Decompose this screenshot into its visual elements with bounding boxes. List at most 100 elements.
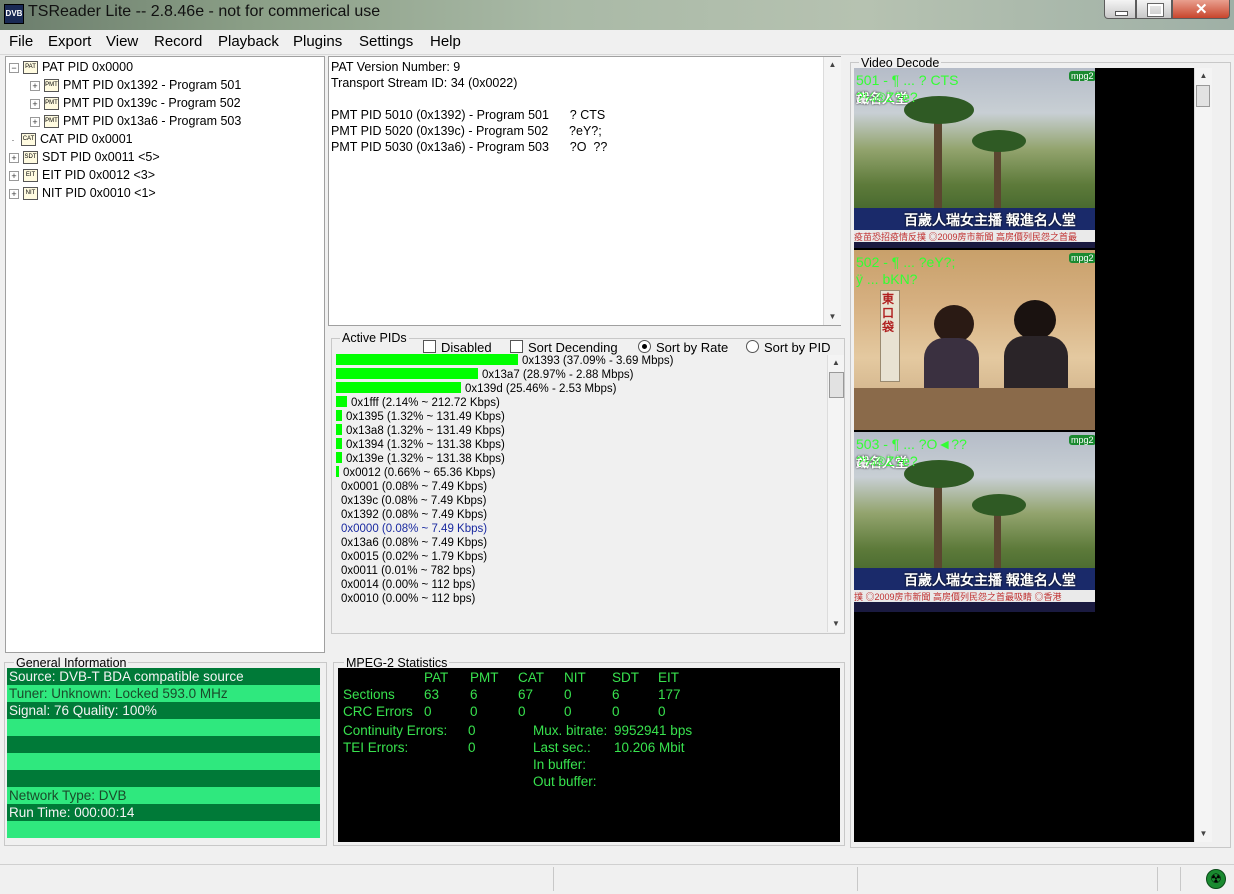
menu-file[interactable]: File [9,33,33,50]
menu-record[interactable]: Record [154,33,202,50]
pid-row[interactable]: 0x13a6 (0.08% ~ 7.49 Kbps) [336,536,826,550]
tree-item[interactable]: + PMT PMT PID 0x13a6 - Program 503 [9,114,241,132]
maximize-button[interactable] [1136,0,1172,19]
pid-row[interactable]: 0x139c (0.08% ~ 7.49 Kbps) [336,494,826,508]
tree-item[interactable]: + SDT SDT PID 0x0011 <5> [9,150,241,168]
pid-rate-bar [336,396,347,407]
pid-row[interactable]: 0x0011 (0.01% ~ 782 bps) [336,564,826,578]
expand-icon[interactable]: + [30,98,40,109]
pid-rate-label: 0x0014 (0.00% ~ 112 bps) [341,579,476,591]
menu-view[interactable]: View [106,33,138,50]
table-node-icon: CAT [21,133,36,147]
tree-item[interactable]: + NIT NIT PID 0x0010 <1> [9,186,241,204]
pid-row[interactable]: 0x13a7 (28.97% - 2.88 Mbps) [336,368,826,382]
pid-row[interactable]: 0x1395 (1.32% ~ 131.49 Kbps) [336,410,826,424]
pat-line [331,91,607,107]
scroll-down-icon[interactable]: ▼ [828,616,844,632]
pid-rate-label: 0x0001 (0.08% ~ 7.49 Kbps) [341,481,488,493]
codec-badge: mpg2 [1069,253,1095,263]
pid-row[interactable]: 0x1393 (37.09% - 3.69 Mbps) [336,354,826,368]
pat-line: PMT PID 5010 (0x1392) - Program 501 ? CT… [331,108,606,122]
expand-icon[interactable]: + [9,188,19,199]
continuity-value: 0 [468,723,476,738]
menu-playback[interactable]: Playback [218,33,279,50]
scroll-up-icon[interactable]: ▲ [1195,68,1212,84]
menu-settings[interactable]: Settings [359,33,413,50]
sort-by-pid-radio[interactable]: Sort by PID [746,340,830,355]
pat-scrollbar[interactable]: ▲ ▼ [823,57,841,325]
table-node-icon: NIT [23,187,38,201]
scroll-up-icon[interactable]: ▲ [824,57,841,73]
general-info-row [7,736,320,753]
menu-plugins[interactable]: Plugins [293,33,342,50]
disabled-checkbox[interactable]: Disabled [423,340,492,355]
scroll-thumb[interactable] [1196,85,1210,107]
sort-by-rate-radio[interactable]: Sort by Rate [638,340,728,355]
crc-value: 0 [612,704,620,719]
pid-rate-label: 0x139d (25.46% - 2.53 Mbps) [465,383,617,395]
close-button[interactable]: ✕ [1172,0,1230,19]
codec-badge: mpg2 [1069,435,1095,445]
pid-row[interactable]: 0x0015 (0.02% ~ 1.79 Kbps) [336,550,826,564]
pat-detail-panel: PAT Version Number: 9 Transport Stream I… [328,56,841,326]
video-thumbnail[interactable]: 百歲人瑞女主播 報進名人堂 撲 ◎2009房市新聞 高房價列民怨之首最吸睛 ◎香… [854,432,1095,612]
crc-value: 0 [658,704,666,719]
scroll-down-icon[interactable]: ▼ [1195,826,1212,842]
sections-value: 63 [424,687,440,702]
pat-line: PMT PID 5030 (0x13a6) - Program 503 ?O ?… [331,140,608,154]
tree-item-label: PMT PID 0x1392 - Program 501 [63,78,242,92]
video-thumbnail[interactable]: 百歲人瑞女主播 報進名人堂 疫苗恐招疫情反撲 ◎2009房市新聞 高房價列民怨之… [854,68,1095,248]
general-info-row [7,770,320,787]
expand-icon[interactable]: + [30,80,40,91]
sort-decending-label: Sort Decending [528,340,618,355]
pid-scrollbar[interactable]: ▲ ▼ [827,355,844,632]
tree-item[interactable]: · CAT CAT PID 0x0001 [9,132,241,150]
pid-row[interactable]: 0x0010 (0.00% ~ 112 bps) [336,592,826,606]
pid-row[interactable]: 0x0014 (0.00% ~ 112 bps) [336,578,826,592]
osd-line-1: 502 - ¶ ... ?eY?; [856,254,956,270]
pid-row[interactable]: 0x0012 (0.66% ~ 65.36 Kbps) [336,466,826,480]
tree-item-label: PMT PID 0x139c - Program 502 [63,96,241,110]
osd-line-1: 501 - ¶ ... ? CTS [856,72,959,88]
maximize-icon [1147,3,1164,17]
collapse-icon[interactable]: − [9,62,19,73]
tree-item[interactable]: + EIT EIT PID 0x0012 <3> [9,168,241,186]
tree-item[interactable]: + PMT PMT PID 0x139c - Program 502 [9,96,241,114]
pat-detail-text: PAT Version Number: 9 Transport Stream I… [331,59,607,155]
pid-rate-bar [336,368,478,379]
expand-icon[interactable]: + [30,116,40,127]
pid-rate-label: 0x1394 (1.32% ~ 131.38 Kbps) [346,439,505,451]
tree-item[interactable]: + PMT PMT PID 0x1392 - Program 501 [9,78,241,96]
menu-help[interactable]: Help [430,33,461,50]
expand-icon[interactable]: + [9,170,19,181]
radio-icon [746,340,759,353]
pid-row[interactable]: 0x0000 (0.08% ~ 7.49 Kbps) [336,522,826,536]
scroll-down-icon[interactable]: ▼ [824,309,841,325]
pid-row[interactable]: 0x13a8 (1.32% ~ 131.49 Kbps) [336,424,826,438]
palm-tree [934,472,942,582]
pid-list: 0x1393 (37.09% - 3.69 Mbps) 0x13a7 (28.97… [336,354,826,606]
video-scrollbar[interactable]: ▲ ▼ [1194,68,1212,842]
scroll-thumb[interactable] [829,372,844,398]
tree-item-label: SDT PID 0x0011 <5> [42,150,160,164]
sort-decending-checkbox[interactable]: Sort Decending [510,340,618,355]
pid-row[interactable]: 0x0001 (0.08% ~ 7.49 Kbps) [336,480,826,494]
stat-column-header: SDT [612,670,639,685]
continuity-label: Continuity Errors: [343,723,448,738]
pid-row[interactable]: 0x1394 (1.32% ~ 131.38 Kbps) [336,438,826,452]
pat-line: PMT PID 5020 (0x139c) - Program 502 ?eY?… [331,124,602,138]
out-buffer-label: Out buffer: [533,774,597,789]
minimize-button[interactable] [1104,0,1136,19]
pid-row[interactable]: 0x1392 (0.08% ~ 7.49 Kbps) [336,508,826,522]
expand-icon[interactable]: + [9,152,19,163]
status-divider [1180,867,1181,891]
mux-bitrate-value: 9952941 bps [614,723,693,738]
scroll-up-icon[interactable]: ▲ [828,355,844,371]
pid-row[interactable]: 0x1fff (2.14% ~ 212.72 Kbps) [336,396,826,410]
pid-row[interactable]: 0x139e (1.32% ~ 131.38 Kbps) [336,452,826,466]
person-head [1014,300,1056,340]
tree-item[interactable]: − PAT PAT PID 0x0000 [9,60,241,78]
video-thumbnail[interactable]: 東口袋 502 - ¶ ... ?eY?; ÿ ... bKN? mpg2 [854,250,1095,430]
pid-row[interactable]: 0x139d (25.46% - 2.53 Mbps) [336,382,826,396]
menu-export[interactable]: Export [48,33,91,50]
